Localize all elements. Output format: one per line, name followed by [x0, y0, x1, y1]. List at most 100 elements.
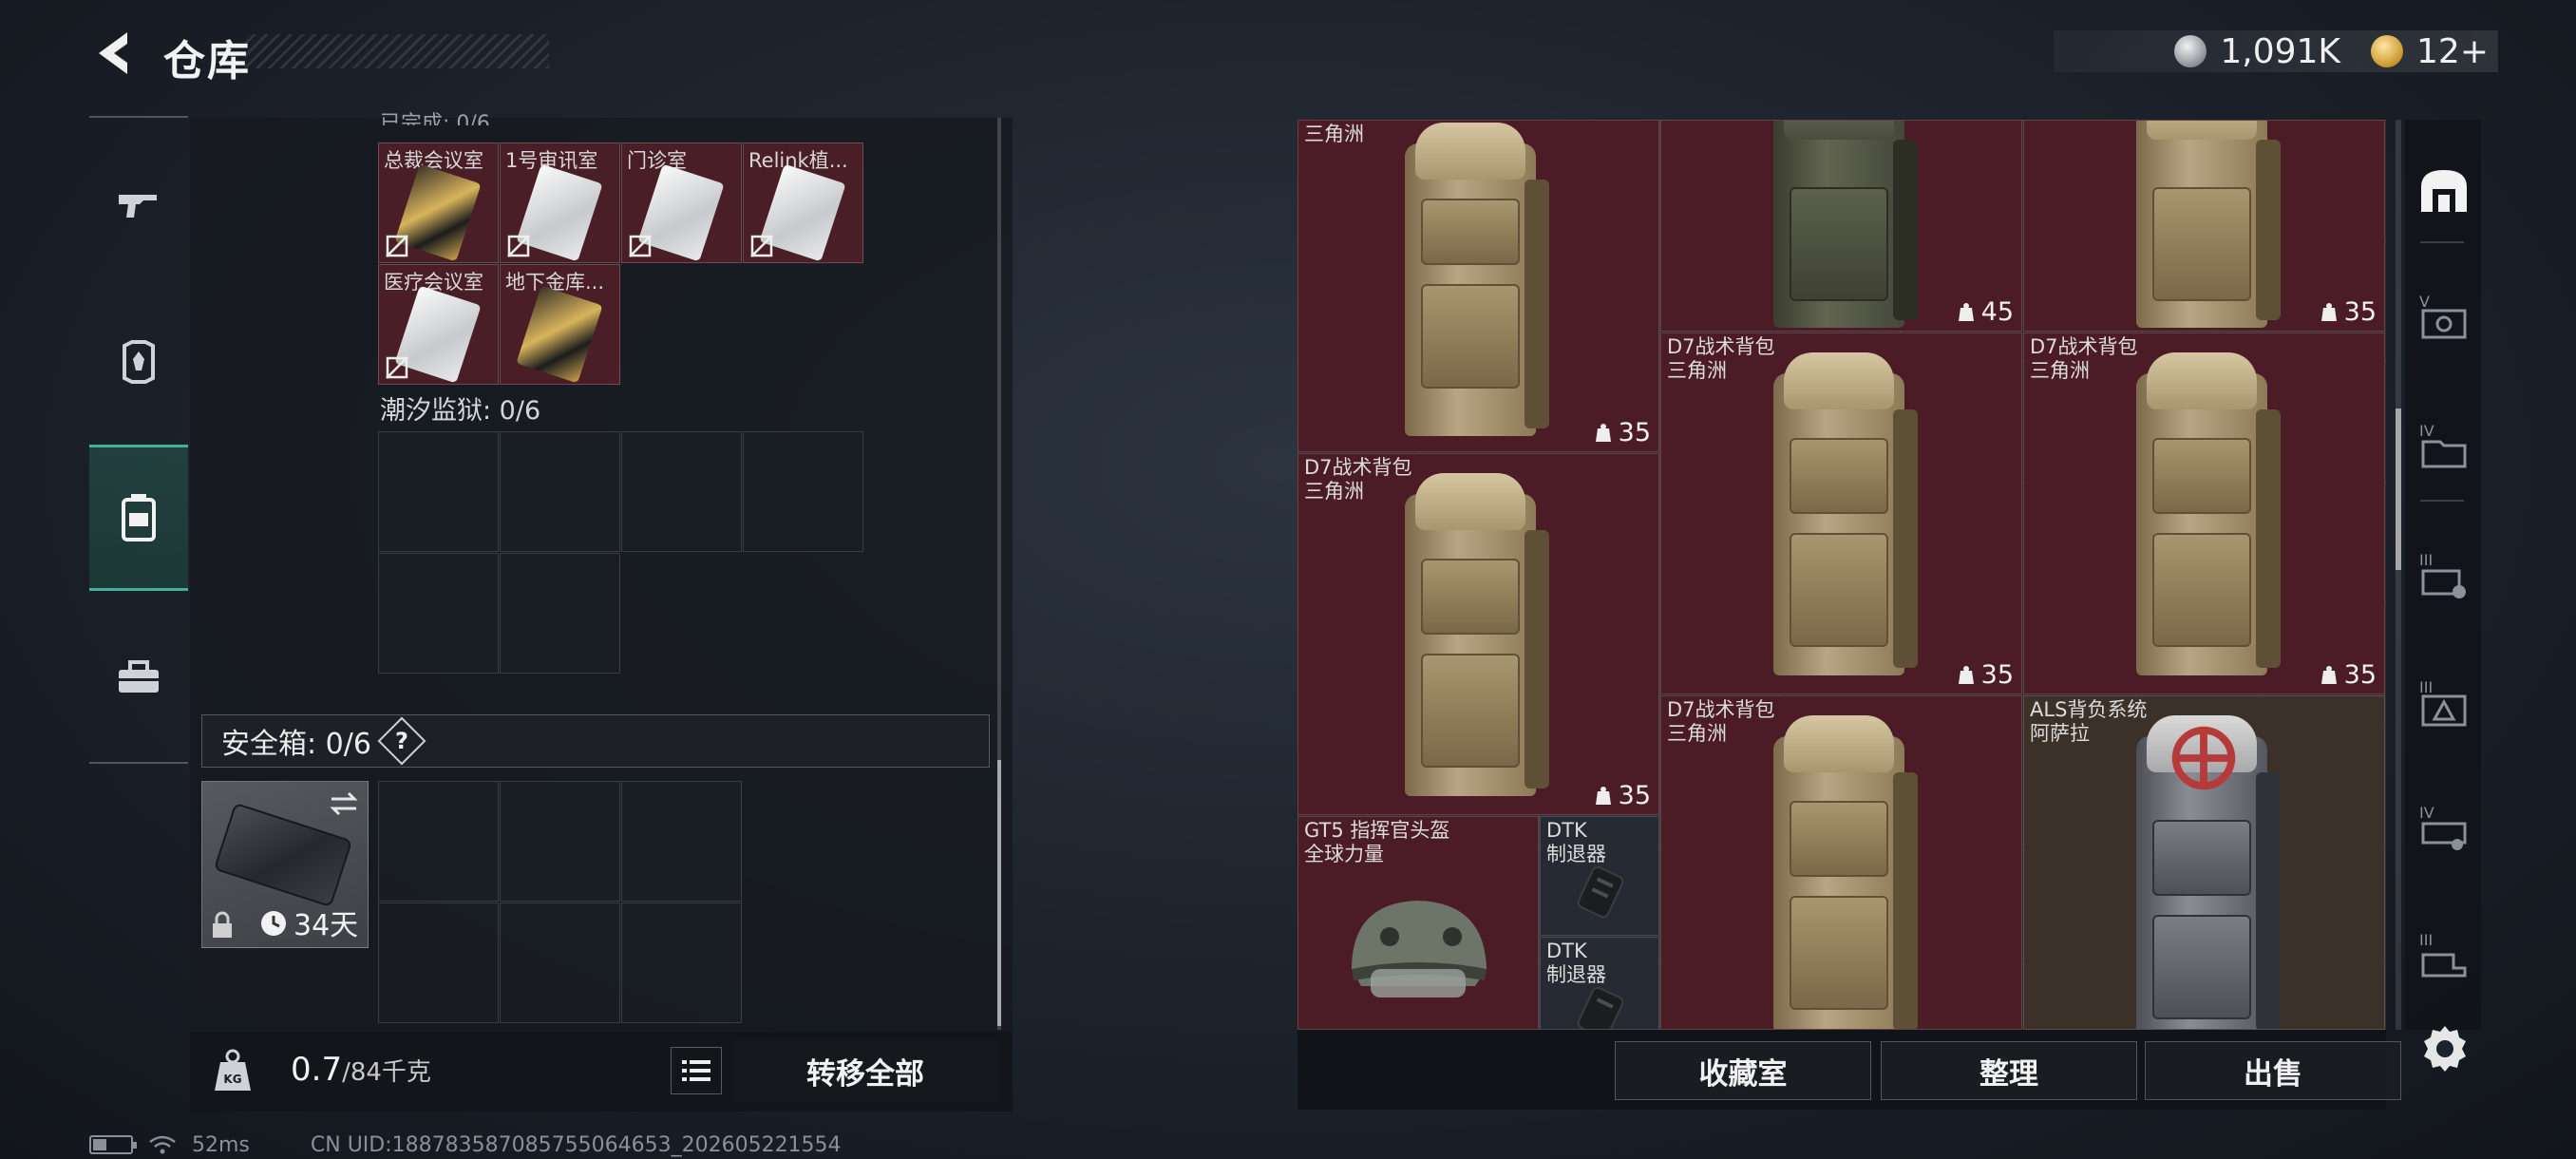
- item-name: D7战术背包 三角洲: [1667, 335, 1775, 382]
- empty-slot[interactable]: [378, 553, 499, 674]
- backpack-image: [1773, 715, 1918, 1029]
- tab-separator: [2420, 241, 2464, 243]
- empty-slot[interactable]: [500, 902, 620, 1023]
- weight-readout: 0.7/84千克: [291, 1051, 431, 1089]
- key-card-slot[interactable]: Relink植...: [743, 142, 863, 263]
- organize-button[interactable]: 整理: [1881, 1041, 2137, 1100]
- lock-icon: [213, 911, 232, 938]
- container-scroll-thumb[interactable]: [997, 760, 1001, 1026]
- item-name: D7战术背包 三角洲: [1304, 456, 1412, 503]
- safe-box-title: 安全箱: 0/6: [221, 728, 371, 761]
- svg-text:IV: IV: [2419, 804, 2434, 822]
- capacity-icon: [1958, 302, 1974, 321]
- gear-icon[interactable]: [2418, 1022, 2472, 1075]
- svg-text:KG: KG: [223, 1073, 241, 1086]
- gold-currency-value: 12+: [2416, 31, 2489, 71]
- item-name: GT5 指挥官头盔 全球力量: [1304, 819, 1450, 865]
- empty-slot[interactable]: [743, 431, 863, 552]
- item-name: D7战术背包 三角洲: [2030, 335, 2138, 382]
- empty-slot[interactable]: [378, 431, 499, 552]
- stash-scroll-thumb[interactable]: [2396, 408, 2401, 570]
- stash-item-backpack[interactable]: D7战术背包 三角洲 35: [2023, 332, 2385, 694]
- all-items-icon: [2421, 170, 2467, 212]
- stash-scrollbar[interactable]: [2396, 120, 2401, 1030]
- weight-capacity: /84千克: [342, 1058, 431, 1087]
- stash-item-muzzle-brake[interactable]: DTK 制退器: [1540, 816, 1659, 936]
- empty-slot[interactable]: [500, 781, 620, 902]
- no-trade-icon: [750, 235, 773, 257]
- stash-tab-iii-c[interactable]: III: [2411, 923, 2477, 990]
- nav-armor[interactable]: [89, 310, 188, 414]
- svg-text:III: III: [2419, 931, 2433, 949]
- list-view-button[interactable]: [671, 1047, 722, 1094]
- empty-slot[interactable]: [621, 431, 742, 552]
- silver-coin-icon: [2174, 35, 2207, 67]
- transfer-all-button[interactable]: 转移全部: [731, 1039, 999, 1102]
- stash-tab-iv[interactable]: IV: [2411, 414, 2477, 481]
- safe-box-days: 34天: [294, 909, 359, 942]
- empty-slot[interactable]: [500, 431, 620, 552]
- stash-tab-iii[interactable]: III: [2411, 543, 2477, 610]
- backpack-image: [1405, 473, 1549, 796]
- toolbox-icon: [119, 660, 159, 693]
- safe-box-header: 安全箱: 0/6 ?: [201, 714, 990, 768]
- battery-icon: [89, 1135, 137, 1154]
- capacity-icon: [2320, 302, 2337, 321]
- clock-icon: [261, 911, 286, 936]
- completed-count-label: 已完成: 0/6: [380, 112, 490, 125]
- help-icon[interactable]: ?: [377, 716, 426, 766]
- stash-tab-iv-b[interactable]: IV: [2411, 796, 2477, 863]
- backpack-icon: [122, 494, 156, 542]
- user-uid: CN UID:1887835870857550646​53_2026052215…: [310, 1132, 842, 1157]
- empty-slot[interactable]: [621, 781, 742, 902]
- helmet-image: [1352, 901, 1487, 998]
- nav-edge: [89, 116, 188, 118]
- svg-text:III: III: [2419, 678, 2433, 696]
- stash-item-backpack[interactable]: D7战术背包 三角洲 35: [1660, 332, 2022, 694]
- key-card-slot[interactable]: 总裁会议室: [378, 142, 499, 263]
- swap-icon[interactable]: [328, 788, 360, 820]
- back-arrow-icon[interactable]: [85, 25, 142, 82]
- item-name: DTK 制退器: [1546, 819, 1606, 865]
- stash-tab-iii-b[interactable]: III: [2411, 671, 2477, 737]
- nav-toolbox[interactable]: [89, 625, 188, 730]
- empty-slot[interactable]: [500, 553, 620, 674]
- stash-item-backpack[interactable]: 45: [1660, 120, 2022, 332]
- sell-button[interactable]: 出售: [2145, 1041, 2401, 1100]
- collection-room-button[interactable]: 收藏室: [1615, 1041, 1871, 1100]
- storage-iv-b-icon: IV: [2419, 804, 2467, 850]
- safe-box-item[interactable]: 34天: [201, 781, 369, 948]
- capacity-icon: [1595, 423, 1611, 442]
- page-title: 仓库: [163, 37, 251, 86]
- nav-backpack[interactable]: [89, 445, 188, 591]
- storage-iii-warning-icon: III: [2419, 678, 2467, 727]
- stash-tab-v[interactable]: V: [2411, 285, 2477, 352]
- no-trade-icon: [507, 235, 530, 257]
- backpack-image: [1773, 121, 1918, 328]
- no-trade-icon: [629, 235, 652, 257]
- svg-text:IV: IV: [2419, 422, 2434, 440]
- key-card-slot[interactable]: 门诊室: [621, 142, 742, 263]
- stash-item-backpack[interactable]: 三角洲 35: [1297, 120, 1659, 452]
- weapon-icon: [119, 195, 157, 218]
- nav-weapon[interactable]: [89, 152, 188, 256]
- key-card-slot[interactable]: 地下金库...: [500, 264, 620, 385]
- gold-coin-icon: [2371, 35, 2404, 67]
- stash-item-muzzle-brake[interactable]: DTK 制退器: [1540, 937, 1659, 1030]
- stash-item-backpack[interactable]: D7战术背包 三角洲 35: [1297, 453, 1659, 815]
- backpack-image: [2136, 352, 2281, 675]
- capacity-icon: [1595, 786, 1611, 805]
- svg-text:V: V: [2419, 293, 2430, 311]
- stash-tab-all[interactable]: [2411, 158, 2477, 224]
- silver-currency-value: 1,091K: [2220, 31, 2341, 71]
- stash-item-als-backpack[interactable]: ALS背负系统 阿萨拉: [2023, 695, 2385, 1030]
- stash-item-backpack[interactable]: D7战术背包 三角洲: [1660, 695, 2022, 1030]
- stash-item-helmet[interactable]: GT5 指挥官头盔 全球力量: [1297, 816, 1539, 1030]
- empty-slot[interactable]: [378, 902, 499, 1023]
- stash-item-backpack[interactable]: 35: [2023, 120, 2385, 332]
- empty-slot[interactable]: [621, 902, 742, 1023]
- item-name: 三角洲: [1304, 123, 1364, 145]
- empty-slot[interactable]: [378, 781, 499, 902]
- key-card-slot[interactable]: 1号审讯室: [500, 142, 620, 263]
- key-card-slot[interactable]: 医疗会议室: [378, 264, 499, 385]
